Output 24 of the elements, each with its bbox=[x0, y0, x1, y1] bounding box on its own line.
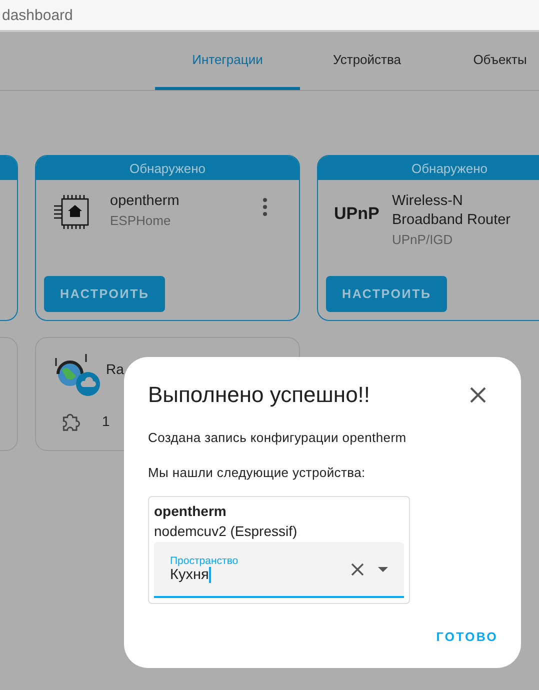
tab[interactable]: Устройства bbox=[300, 32, 434, 90]
more-menu-icon[interactable] bbox=[263, 198, 267, 216]
integration-name: opentherm bbox=[110, 192, 180, 211]
configure-button[interactable]: НАСТРОИТЬ bbox=[44, 276, 166, 312]
device-name: opentherm bbox=[154, 503, 228, 519]
clear-icon[interactable] bbox=[351, 562, 364, 576]
done-button[interactable]: ГОТОВО bbox=[436, 626, 498, 648]
card-header: Обнаружено bbox=[36, 156, 299, 180]
integration-name: Wireless-N Broadband Router bbox=[392, 192, 512, 230]
card-header: Обнаружено bbox=[318, 156, 539, 180]
area-combobox[interactable]: Пространство Кухня bbox=[154, 542, 404, 598]
integration-name: Ra bbox=[106, 360, 124, 379]
entry-count: 1 bbox=[102, 413, 110, 429]
device-model: nodemcuv2 (Espressif) bbox=[154, 523, 298, 539]
integration-domain: ESPHome bbox=[110, 213, 172, 228]
tab[interactable]: Объекты bbox=[434, 32, 539, 90]
devices-found-label: Мы нашли следующие устройства: bbox=[148, 465, 366, 480]
close-icon[interactable] bbox=[469, 386, 487, 404]
dropdown-caret-icon[interactable] bbox=[378, 566, 388, 572]
configure-button[interactable]: НАСТРОИТЬ bbox=[326, 276, 448, 312]
dialog-message: Создана запись конфигурации opentherm bbox=[148, 430, 408, 445]
dialog-title: Выполнено успешно!! bbox=[148, 382, 370, 408]
address-bar[interactable]: dashboard bbox=[0, 0, 539, 32]
integration-domain: UPnP/IGD bbox=[392, 232, 454, 247]
